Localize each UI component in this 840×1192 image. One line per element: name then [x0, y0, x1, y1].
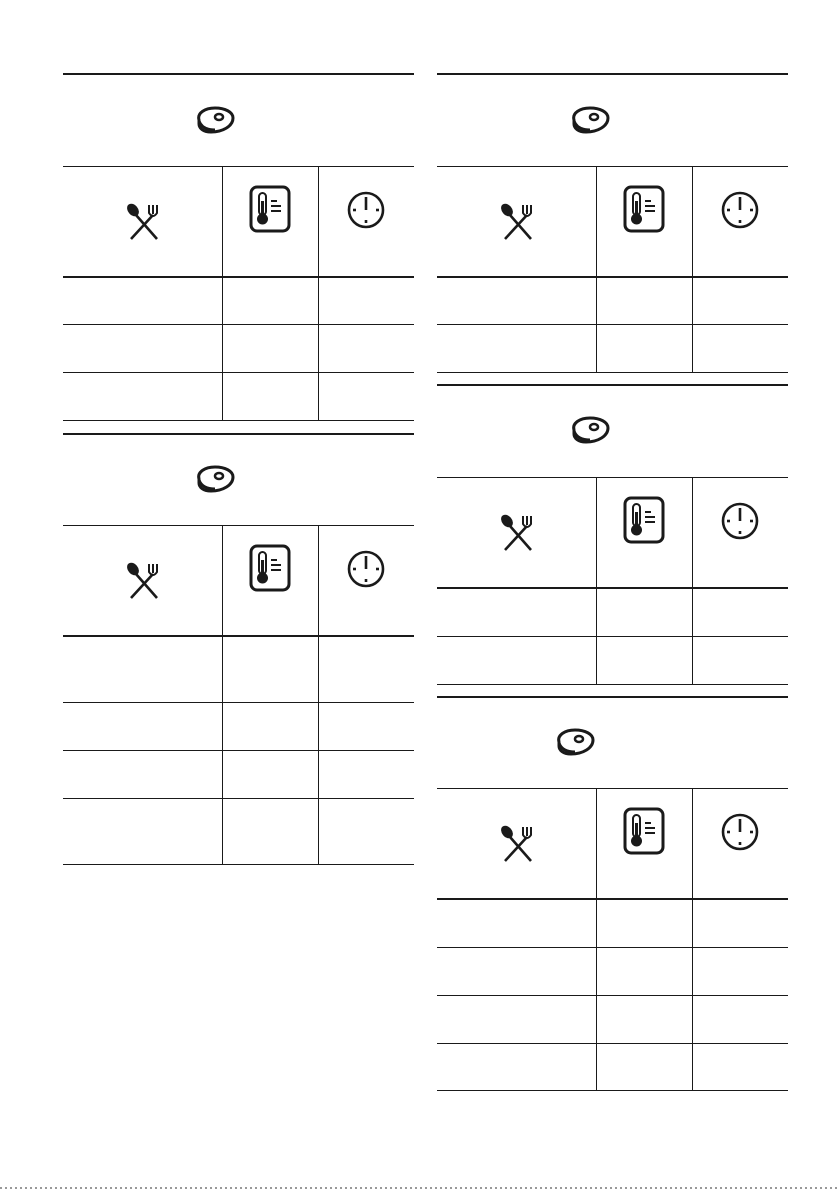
clock-icon	[720, 812, 760, 852]
table-row	[437, 947, 788, 995]
table-row	[437, 995, 788, 1043]
table-row	[437, 1043, 788, 1090]
thermometer-icon	[623, 807, 665, 855]
spoon-fork-icon	[497, 823, 537, 865]
table-row-rule	[437, 1090, 788, 1091]
page-bottom-edge	[0, 1187, 840, 1189]
table-top-rule	[437, 696, 788, 698]
food-icon	[553, 726, 599, 758]
header-top-rule	[437, 788, 788, 789]
table-row	[437, 898, 788, 947]
cooking-table	[0, 0, 840, 1192]
